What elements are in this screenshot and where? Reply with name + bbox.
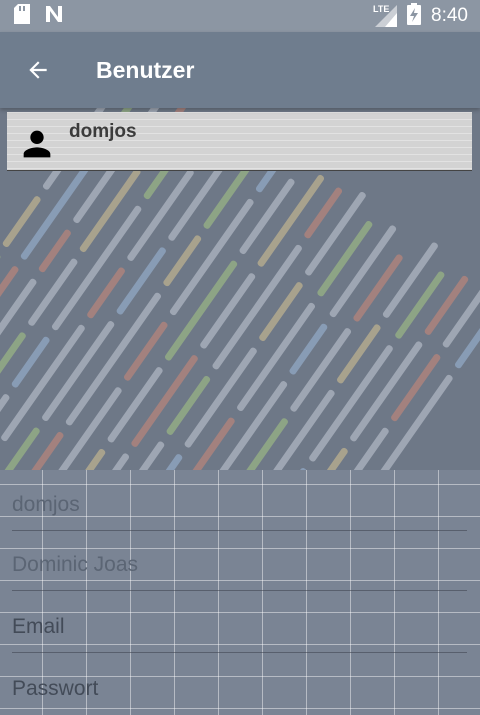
email-input[interactable] [12, 602, 467, 652]
list-item-user[interactable]: domjos [7, 112, 472, 171]
page-title: Benutzer [96, 56, 195, 83]
back-button[interactable] [20, 52, 56, 88]
password-field-container [12, 664, 467, 714]
user-name-label: domjos [69, 121, 137, 142]
person-icon [23, 130, 51, 158]
battery-charging-icon [407, 2, 422, 30]
email-field-container [12, 602, 467, 653]
arrow-left-icon [29, 61, 47, 79]
status-bar: LTE 8:40 [0, 0, 480, 32]
fullname-field-container [12, 540, 467, 591]
sd-card-icon [14, 3, 30, 29]
password-input[interactable] [12, 664, 467, 714]
clock: 8:40 [431, 5, 468, 26]
username-input[interactable] [12, 480, 467, 530]
fullname-input[interactable] [12, 540, 467, 590]
signal-icon: LTE [373, 4, 398, 27]
n-notification-icon [44, 4, 64, 29]
app-bar: Benutzer [0, 32, 480, 108]
user-form [0, 470, 480, 715]
username-field-container [12, 480, 467, 531]
